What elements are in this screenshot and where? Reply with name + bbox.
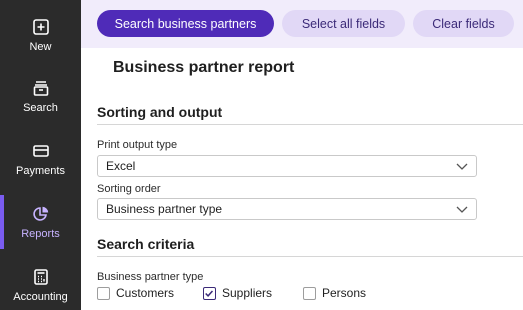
print-output-label: Print output type xyxy=(97,139,178,151)
sidebar-item-label: Search xyxy=(23,101,58,114)
suppliers-checkbox[interactable]: Suppliers xyxy=(203,286,272,300)
chevron-down-icon xyxy=(456,163,468,170)
sorting-order-label: Sorting order xyxy=(97,183,161,195)
sidebar-item-label: Payments xyxy=(16,164,65,177)
sidebar-item-label: Accounting xyxy=(13,290,68,303)
persons-checkbox[interactable]: Persons xyxy=(303,286,366,300)
checkbox-box[interactable] xyxy=(303,286,316,300)
card-icon xyxy=(32,144,49,157)
archive-icon xyxy=(33,80,48,96)
section-title-criteria: Search criteria xyxy=(97,236,195,252)
sidebar-item-accounting[interactable]: Accounting xyxy=(0,255,81,310)
checkbox-box[interactable] xyxy=(203,286,216,300)
pie-chart-icon xyxy=(32,206,48,221)
print-output-select[interactable]: Excel xyxy=(97,155,477,177)
customers-checkbox[interactable]: Customers xyxy=(97,286,174,300)
calculator-icon xyxy=(33,268,48,285)
checkbox-label: Customers xyxy=(116,286,175,300)
checkmark-icon xyxy=(205,289,214,297)
sidebar-item-new[interactable]: New xyxy=(0,5,81,65)
toolbar: Search business partners Select all fiel… xyxy=(81,0,523,48)
sidebar-item-reports[interactable]: Reports xyxy=(0,192,81,252)
sidebar-item-label: New xyxy=(29,40,52,53)
section-divider xyxy=(97,124,523,125)
section-divider xyxy=(97,256,523,257)
sorting-order-select[interactable]: Business partner type xyxy=(97,198,477,220)
chevron-down-icon xyxy=(456,206,468,213)
print-output-value: Excel xyxy=(106,159,136,173)
sidebar-item-search[interactable]: Search xyxy=(0,66,81,126)
sidebar: New Search Payments Reports Accounting xyxy=(0,0,81,310)
sidebar-item-payments[interactable]: Payments xyxy=(0,129,81,189)
clear-fields-button[interactable]: Clear fields xyxy=(413,10,514,37)
checkbox-label: Persons xyxy=(322,286,367,300)
bp-type-label: Business partner type xyxy=(97,271,204,283)
section-title-sorting: Sorting and output xyxy=(97,104,223,120)
checkbox-box[interactable] xyxy=(97,286,110,300)
select-all-fields-button[interactable]: Select all fields xyxy=(282,10,405,37)
page-title: Business partner report xyxy=(113,59,295,76)
checkbox-label: Suppliers xyxy=(222,286,273,300)
search-business-partners-button[interactable]: Search business partners xyxy=(97,10,274,37)
sorting-order-value: Business partner type xyxy=(106,202,223,216)
plus-square-icon xyxy=(32,18,49,35)
sidebar-item-label: Reports xyxy=(21,227,60,240)
